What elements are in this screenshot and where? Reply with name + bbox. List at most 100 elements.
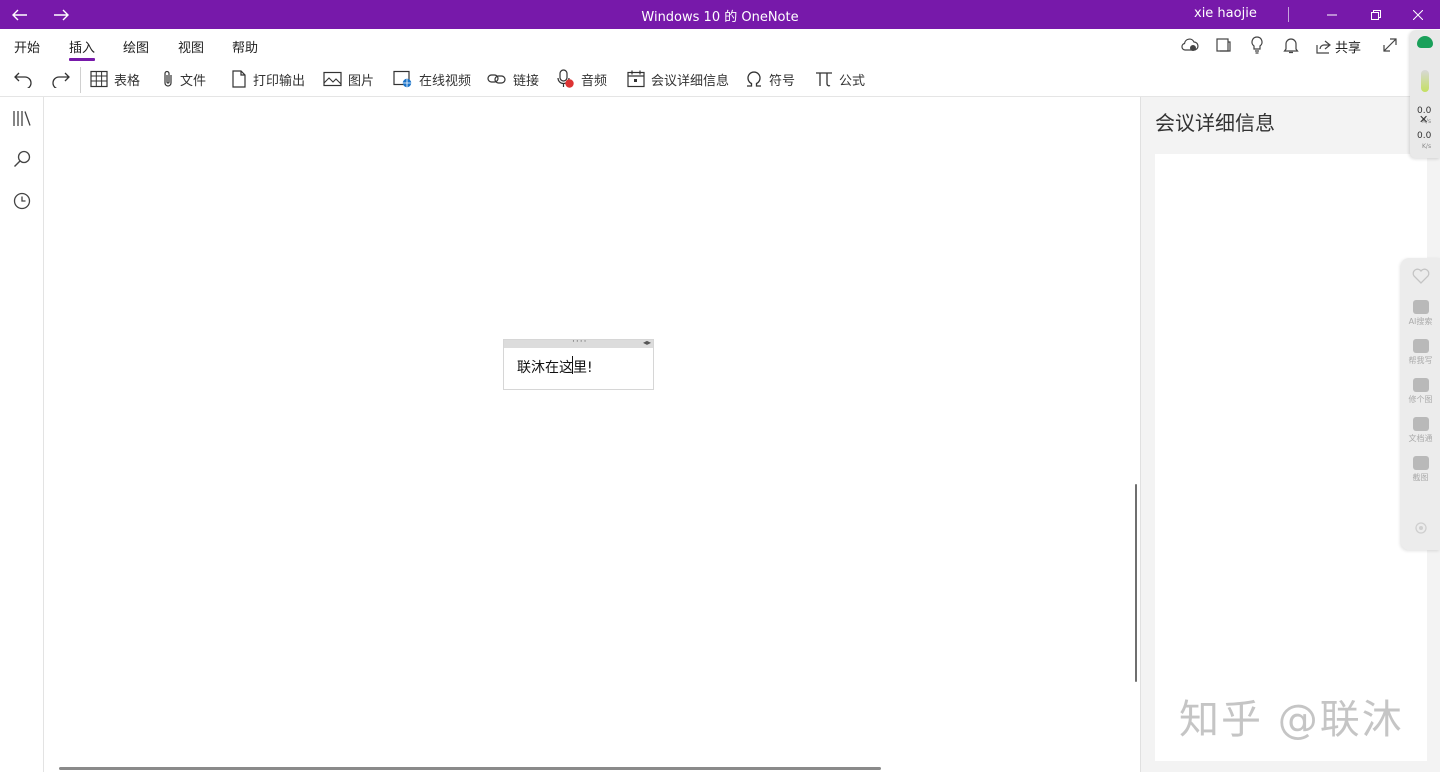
redo-button[interactable]: [51, 69, 71, 89]
insert-table-label: 表格: [114, 73, 141, 89]
dock-label: 截图: [1412, 473, 1429, 482]
close-button[interactable]: [1396, 0, 1440, 29]
forward-button[interactable]: [41, 0, 81, 29]
online-video-icon: [393, 70, 412, 88]
image-icon: [1412, 378, 1429, 392]
arrow-left-icon: [12, 9, 27, 20]
horizontal-scrollbar[interactable]: [59, 767, 881, 770]
title-bar: Windows 10 的 OneNote xie haojie: [0, 0, 1440, 29]
meeting-details-button[interactable]: 会议详细信息: [627, 69, 729, 89]
download-unit: K/s: [1422, 143, 1432, 150]
insert-picture-button[interactable]: 图片: [323, 69, 374, 89]
share-icon: [1316, 40, 1331, 54]
omega-icon: [747, 71, 761, 87]
watermark: 知乎 @联沐: [1179, 697, 1404, 743]
assistant-side-dock: AI搜索 帮我写 修个图 文档通 截图: [1401, 258, 1440, 550]
ai-search-icon: [1412, 300, 1429, 314]
insert-printout-button[interactable]: 打印输出: [231, 69, 305, 89]
minimize-button[interactable]: [1310, 0, 1354, 29]
dock-screenshot-button[interactable]: 截图: [1401, 456, 1440, 483]
insert-picture-label: 图片: [348, 73, 375, 89]
arrow-right-icon: [54, 9, 69, 20]
tab-help[interactable]: 帮助: [232, 37, 258, 56]
ribbon-divider: [80, 67, 81, 93]
resize-arrows-icon[interactable]: ◂▸: [643, 338, 651, 347]
dock-ai-search-button[interactable]: AI搜索: [1401, 300, 1440, 327]
back-button[interactable]: [0, 0, 40, 29]
insert-file-label: 文件: [180, 73, 207, 89]
bell-icon[interactable]: [1281, 35, 1301, 55]
close-icon[interactable]: ✕: [1419, 113, 1428, 126]
insert-file-button[interactable]: 文件: [162, 69, 206, 89]
insert-online-video-label: 在线视频: [419, 73, 472, 89]
expand-icon[interactable]: [1380, 35, 1400, 55]
notebooks-navigation-icon[interactable]: [11, 107, 33, 129]
navigation-rail: [0, 97, 44, 772]
menu-bar: 开始 插入 绘图 视图 帮助 共享: [0, 29, 1440, 61]
insert-table-button[interactable]: 表格: [90, 69, 140, 89]
paperclip-icon: [164, 70, 172, 87]
camera-icon: [1412, 456, 1429, 470]
share-label: 共享: [1335, 41, 1362, 56]
meeting-details-label: 会议详细信息: [651, 73, 730, 89]
dock-edit-image-button[interactable]: 修个图: [1401, 378, 1440, 405]
insert-symbol-label: 符号: [769, 73, 796, 89]
dock-label: AI搜索: [1408, 317, 1433, 326]
notebooks-icon[interactable]: [1213, 35, 1233, 55]
dock-label: 帮我写: [1408, 356, 1433, 365]
restore-button[interactable]: [1354, 0, 1398, 29]
tab-draw[interactable]: 绘图: [123, 37, 149, 56]
dock-document-button[interactable]: 文档通: [1401, 417, 1440, 444]
insert-link-button[interactable]: 链接: [487, 69, 539, 89]
insert-symbol-button[interactable]: 符号: [745, 69, 795, 89]
note-text[interactable]: 联沐在这里!: [517, 357, 593, 377]
insert-audio-button[interactable]: 音频: [557, 69, 607, 89]
undo-icon: [14, 72, 32, 88]
tab-insert[interactable]: 插入: [69, 37, 96, 61]
status-dot-icon: [1417, 36, 1433, 48]
download-speed: 0.0: [1417, 131, 1432, 141]
insert-link-label: 链接: [513, 73, 540, 89]
dock-shield-button[interactable]: [1401, 268, 1440, 288]
tab-view[interactable]: 视图: [178, 37, 204, 56]
insert-audio-label: 音频: [581, 73, 608, 89]
calendar-icon: [627, 70, 645, 88]
document-icon: [1412, 417, 1429, 431]
document-icon: [232, 70, 246, 88]
note-drag-handle[interactable]: ···· ◂▸: [504, 337, 653, 348]
meeting-details-pane: 会议详细信息 知乎 @联沐: [1140, 97, 1440, 772]
dock-help-write-button[interactable]: 帮我写: [1401, 339, 1440, 366]
page-canvas[interactable]: ···· ◂▸ 联沐在这里!: [45, 97, 1139, 772]
tab-home[interactable]: 开始: [14, 37, 40, 56]
text-cursor: [572, 356, 573, 374]
heart-shield-icon: [1412, 268, 1429, 284]
memory-bar: [1421, 70, 1429, 92]
dock-label: 修个图: [1408, 395, 1433, 404]
pane-title: 会议详细信息: [1155, 111, 1275, 135]
lightbulb-icon[interactable]: [1247, 35, 1267, 55]
audio-icon: [557, 69, 574, 88]
share-button[interactable]: 共享: [1316, 37, 1361, 56]
close-icon: [1413, 9, 1423, 20]
insert-equation-button[interactable]: 公式: [815, 69, 865, 89]
vertical-scrollbar[interactable]: [1135, 484, 1137, 682]
restore-icon: [1371, 9, 1381, 20]
insert-equation-label: 公式: [839, 73, 866, 89]
user-name[interactable]: xie haojie: [1194, 6, 1257, 21]
drag-dots-icon: ····: [572, 337, 588, 347]
insert-online-video-button[interactable]: 在线视频: [393, 69, 471, 89]
write-icon: [1412, 339, 1429, 353]
network-speed-widget[interactable]: 0.0 K/s ✕ 0.0 K/s: [1410, 30, 1440, 158]
undo-button[interactable]: [13, 69, 33, 89]
recent-notes-clock-icon[interactable]: [11, 190, 33, 212]
pane-content[interactable]: [1155, 154, 1427, 761]
sync-status-icon[interactable]: [1180, 35, 1200, 55]
minimize-icon: [1327, 14, 1337, 15]
table-icon: [90, 70, 108, 88]
note-container[interactable]: ···· ◂▸ 联沐在这里!: [503, 337, 654, 390]
dock-label: 文档通: [1408, 434, 1433, 443]
insert-printout-label: 打印输出: [253, 73, 306, 89]
dock-settings-button[interactable]: [1401, 520, 1440, 539]
title-separator: [1288, 7, 1289, 22]
search-icon[interactable]: [11, 148, 33, 170]
